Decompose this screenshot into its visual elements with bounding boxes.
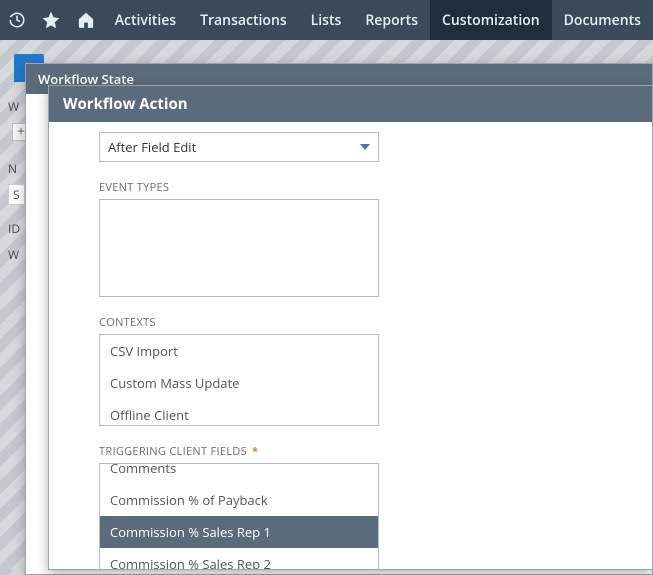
top-nav: Activities Transactions Lists Reports Cu… [0, 0, 653, 40]
recent-icon[interactable] [0, 0, 34, 40]
chevron-down-icon [360, 144, 370, 150]
trigger-select-value: After Field Edit [108, 138, 196, 156]
contexts-group: CONTEXTS CSV Import Custom Mass Update O… [99, 315, 642, 426]
contexts-listbox[interactable]: CSV Import Custom Mass Update Offline Cl… [99, 334, 379, 426]
nav-documents[interactable]: Documents [552, 0, 653, 40]
triggering-fields-label: TRIGGERING CLIENT FIELDS * [99, 444, 642, 459]
triggering-field-item[interactable]: Commission % of Payback [100, 484, 378, 516]
event-types-listbox[interactable] [99, 199, 379, 297]
required-asterisk: * [252, 444, 258, 459]
nav-reports[interactable]: Reports [353, 0, 430, 40]
trigger-select-group: After Field Edit [99, 132, 642, 162]
nav-lists[interactable]: Lists [299, 0, 354, 40]
triggering-field-item[interactable]: Commission % Sales Rep 2 [100, 548, 378, 569]
nav-activities[interactable]: Activities [103, 0, 188, 40]
triggering-fields-listbox[interactable]: Comments Commission % of Payback Commiss… [99, 463, 379, 569]
home-icon[interactable] [69, 0, 103, 40]
nav-customization[interactable]: Customization [430, 0, 552, 40]
trigger-select[interactable]: After Field Edit [99, 132, 379, 162]
triggering-field-item-selected[interactable]: Commission % Sales Rep 1 [100, 516, 378, 548]
context-item[interactable]: Custom Mass Update [100, 367, 378, 399]
triggering-field-item[interactable]: Comments [100, 464, 378, 484]
star-icon[interactable] [34, 0, 68, 40]
workflow-action-title: Workflow Action [49, 86, 652, 122]
event-types-group: EVENT TYPES [99, 180, 642, 297]
contexts-label: CONTEXTS [99, 315, 642, 330]
nav-transactions[interactable]: Transactions [188, 0, 299, 40]
context-item[interactable]: CSV Import [100, 335, 378, 367]
context-item[interactable]: Offline Client [100, 399, 378, 425]
triggering-fields-group: TRIGGERING CLIENT FIELDS * Comments Comm… [99, 444, 642, 569]
workflow-action-modal: Workflow Action After Field Edit EVENT T… [48, 85, 653, 570]
event-types-label: EVENT TYPES [99, 180, 642, 195]
